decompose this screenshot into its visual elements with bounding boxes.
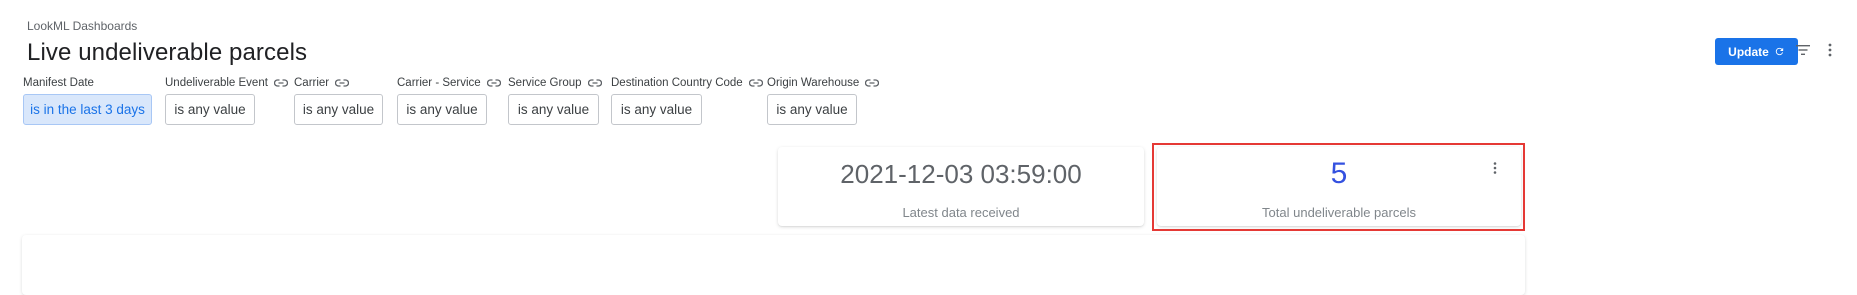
tile-label: Latest data received [902, 205, 1020, 220]
tile-kebab-menu-icon[interactable] [1491, 161, 1499, 175]
kebab-menu-icon[interactable] [1825, 42, 1835, 58]
filter-chip-carrier[interactable]: is any value [294, 94, 383, 125]
filter-origin-warehouse: Origin Warehouse is any value [767, 76, 880, 125]
update-button[interactable]: Update [1715, 38, 1798, 65]
link-icon[interactable] [748, 78, 763, 88]
filter-label: Origin Warehouse [767, 76, 880, 90]
filter-label: Manifest Date [23, 76, 94, 90]
filter-label: Carrier - Service [397, 76, 501, 90]
filter-service-group: Service Group is any value [508, 76, 602, 125]
filter-carrier: Carrier is any value [294, 76, 383, 125]
tile-value[interactable]: 5 [1157, 157, 1521, 191]
filter-label: Undeliverable Event [165, 76, 288, 90]
filter-chip-carrier-service[interactable]: is any value [397, 94, 487, 125]
filter-undeliverable-event: Undeliverable Event is any value [165, 76, 288, 125]
filter-chip-destination-country-code[interactable]: is any value [611, 94, 702, 125]
filter-label-text: Manifest Date [23, 77, 94, 89]
filter-label: Destination Country Code [611, 76, 763, 90]
tile-value: 2021-12-03 03:59:00 [840, 159, 1082, 189]
link-icon[interactable] [486, 78, 501, 88]
filter-label-text: Undeliverable Event [165, 77, 268, 89]
filter-label-text: Origin Warehouse [767, 77, 860, 89]
filter-manifest-date: Manifest Date is in the last 3 days [23, 76, 152, 125]
filter-destination-country-code: Destination Country Code is any value [611, 76, 763, 125]
breadcrumb[interactable]: LookML Dashboards [27, 19, 137, 33]
tile-total-undeliverable-parcels: 5 Total undeliverable parcels [1157, 147, 1521, 226]
filter-chip-service-group[interactable]: is any value [508, 94, 599, 125]
page-title: Live undeliverable parcels [27, 39, 308, 66]
filter-label-text: Carrier - Service [397, 77, 481, 89]
tile-label: Total undeliverable parcels [1262, 205, 1416, 220]
filter-chip-manifest-date[interactable]: is in the last 3 days [23, 94, 152, 125]
link-icon[interactable] [273, 78, 288, 88]
filter-carrier-service: Carrier - Service is any value [397, 76, 501, 125]
link-icon[interactable] [587, 78, 602, 88]
filter-label-text: Carrier [294, 77, 330, 89]
filter-icon[interactable] [1795, 42, 1811, 58]
refresh-icon [1775, 47, 1783, 56]
filter-label: Carrier [294, 76, 350, 90]
link-icon[interactable] [865, 78, 880, 88]
link-icon[interactable] [335, 78, 350, 88]
dashboard-panel [22, 235, 1525, 295]
filter-chip-undeliverable-event[interactable]: is any value [165, 94, 255, 125]
filter-label-text: Destination Country Code [611, 77, 743, 89]
filter-label: Service Group [508, 76, 602, 90]
filter-label-text: Service Group [508, 77, 582, 89]
update-button-label: Update [1728, 44, 1769, 59]
filter-chip-origin-warehouse[interactable]: is any value [767, 94, 857, 125]
tile-latest-data-received: 2021-12-03 03:59:00 Latest data received [778, 147, 1144, 226]
